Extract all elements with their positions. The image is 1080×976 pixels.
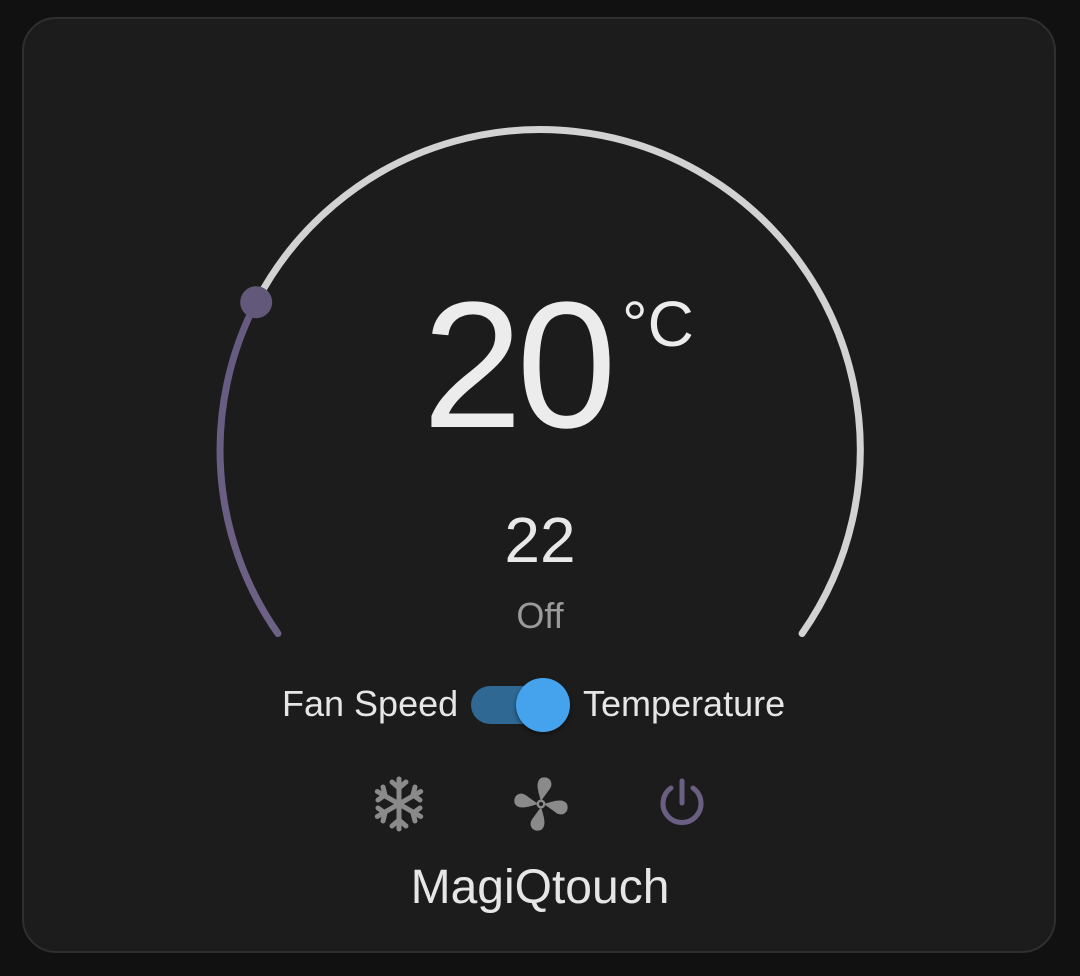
hvac-state: Off (516, 595, 564, 636)
fan-mode-button[interactable] (511, 774, 571, 834)
setpoint-handle[interactable] (240, 286, 273, 319)
fan-speed-label: Fan Speed (282, 683, 459, 724)
snowflake-icon (374, 776, 424, 832)
power-icon (660, 778, 704, 825)
device-name: MagiQtouch (410, 861, 670, 914)
fan-icon (514, 777, 568, 831)
power-off-button[interactable] (652, 774, 712, 834)
cool-mode-button[interactable] (369, 774, 429, 834)
temperature-label: Temperature (583, 683, 786, 724)
temperature-unit: °C (622, 288, 694, 360)
current-temperature: 20 (422, 265, 616, 466)
dial-track-active[interactable] (216, 298, 282, 637)
target-temperature: 22 (504, 504, 576, 576)
mode-toggle-switch[interactable] (471, 678, 571, 732)
toggle-knob[interactable] (516, 678, 570, 732)
